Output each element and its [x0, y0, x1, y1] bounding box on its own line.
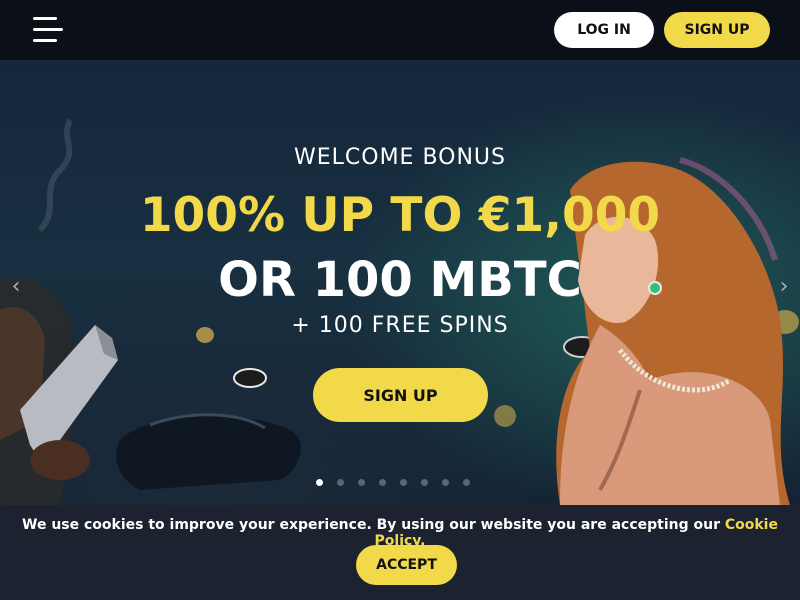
carousel-pagination: [316, 479, 470, 487]
carousel-dot[interactable]: [400, 479, 407, 486]
top-navigation-bar: LOG IN SIGN UP: [0, 0, 800, 60]
carousel-dot[interactable]: [337, 479, 344, 486]
menu-line: [33, 28, 63, 31]
carousel-dot[interactable]: [379, 479, 386, 486]
free-spins-label: + 100 FREE SPINS: [291, 313, 509, 338]
login-button[interactable]: LOG IN: [554, 12, 654, 48]
menu-line: [33, 17, 57, 20]
carousel-dot[interactable]: [442, 479, 449, 486]
welcome-bonus-hero-banner: ‹ › WELCOME BONUS 100% UP TO €1,000 OR 1…: [0, 60, 800, 505]
signup-button-header[interactable]: SIGN UP: [664, 12, 770, 48]
cookie-message-text: We use cookies to improve your experienc…: [22, 517, 725, 533]
cookie-consent-bar: We use cookies to improve your experienc…: [0, 505, 800, 600]
carousel-dot[interactable]: [358, 479, 365, 486]
carousel-dot[interactable]: [421, 479, 428, 486]
menu-line: [33, 39, 57, 42]
welcome-bonus-label: WELCOME BONUS: [293, 145, 506, 170]
accept-cookies-button[interactable]: ACCEPT: [356, 545, 457, 585]
signup-button-hero[interactable]: SIGN UP: [313, 368, 488, 422]
carousel-dot[interactable]: [463, 479, 470, 486]
carousel-dot[interactable]: [316, 479, 323, 486]
bonus-headline: 100% UP TO €1,000: [139, 188, 661, 243]
bonus-alternative: OR 100 MBTC: [218, 252, 582, 308]
hamburger-menu-icon[interactable]: [33, 17, 63, 43]
